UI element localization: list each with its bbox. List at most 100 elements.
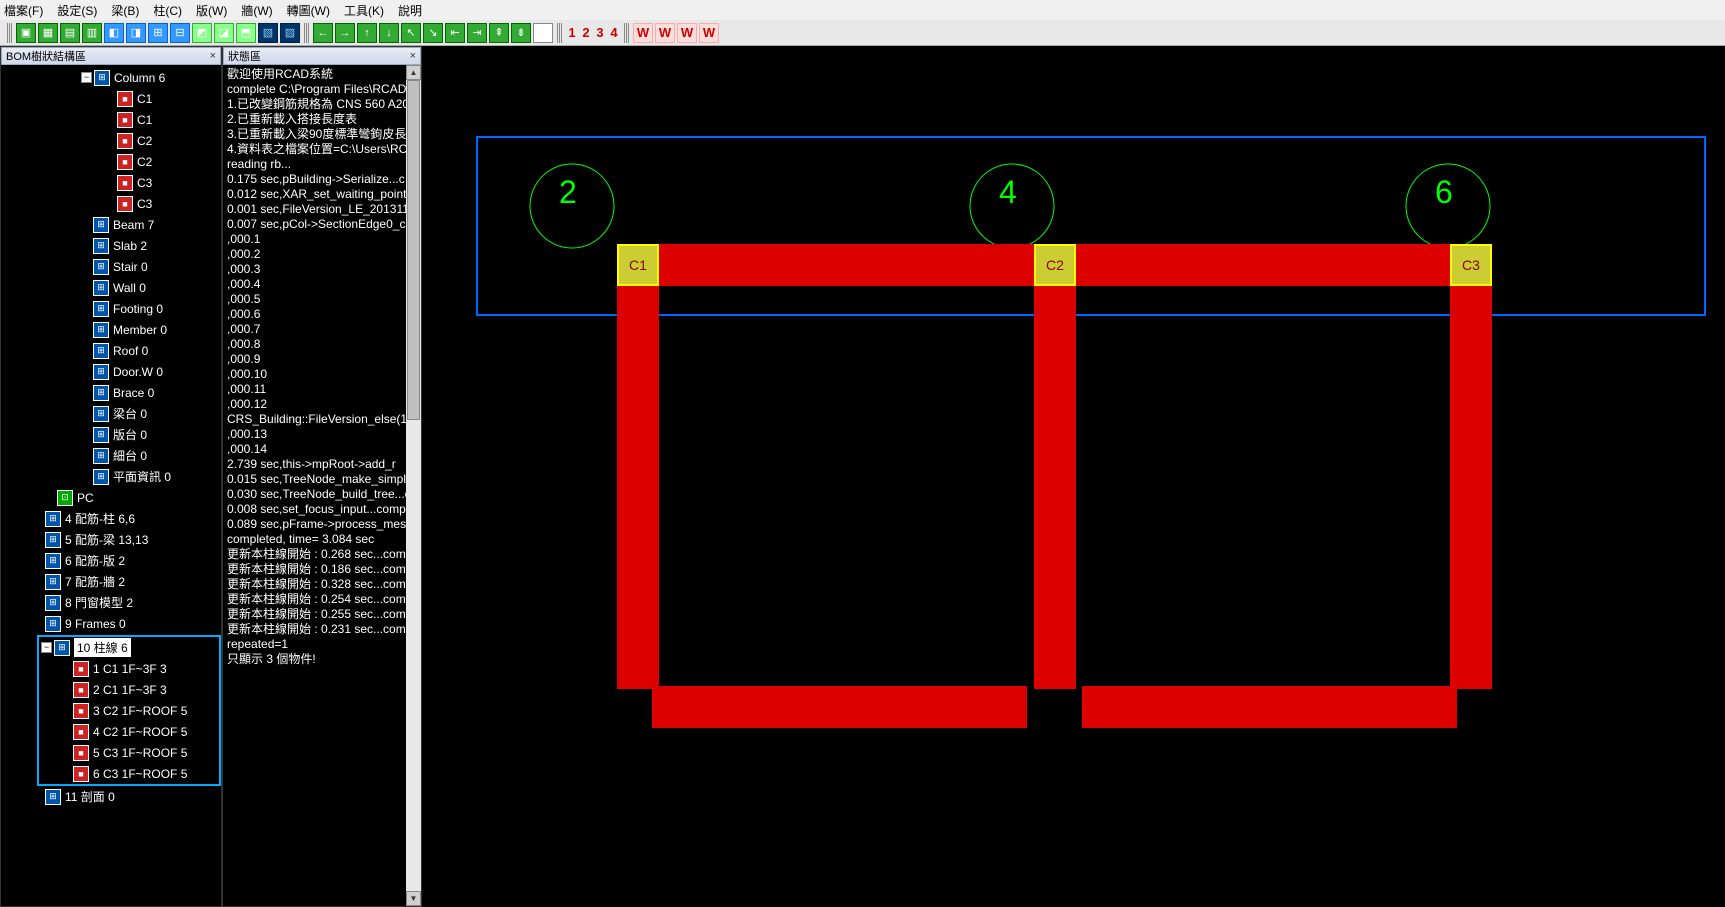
arrow-up[interactable]: ↑ [357, 23, 377, 43]
arrow-downdown[interactable]: ⇟ [511, 23, 531, 43]
tree-n8[interactable]: ⊞8 門窗模型 2 [1, 592, 221, 613]
tree-sub-6[interactable]: ■6 C3 1F~ROOF 5 [39, 763, 219, 784]
tool-btn-3[interactable]: ▤ [60, 23, 80, 43]
close-icon[interactable]: × [210, 50, 216, 62]
menu-tools[interactable]: 工具(K) [344, 2, 384, 19]
tree-beam7[interactable]: ⊞Beam 7 [1, 214, 221, 235]
tree-n6[interactable]: ⊞6 配筋-版 2 [1, 550, 221, 571]
tree-c3-b[interactable]: ■C3 [1, 193, 221, 214]
tree-n4[interactable]: ⊞4 配筋-柱 6,6 [1, 508, 221, 529]
column-icon: ■ [117, 91, 133, 107]
tree-n5[interactable]: ⊞5 配筋-梁 13,13 [1, 529, 221, 550]
tree-n10[interactable]: − ⊞ 10 柱線 6 [39, 637, 219, 658]
toolbar-grip-3[interactable] [557, 23, 562, 43]
tree-slab2[interactable]: ⊞Slab 2 [1, 235, 221, 256]
arrow-upup[interactable]: ⇞ [489, 23, 509, 43]
tree-c3-a[interactable]: ■C3 [1, 172, 221, 193]
tree-footing0[interactable]: ⊞Footing 0 [1, 298, 221, 319]
menu-convert[interactable]: 轉圖(W) [287, 2, 330, 19]
arrow-downright[interactable]: ↘ [423, 23, 443, 43]
tree-sub-5[interactable]: ■5 C3 1F~ROOF 5 [39, 742, 219, 763]
tool-btn-7[interactable]: ⊞ [148, 23, 168, 43]
status-panel-header[interactable]: 狀態區 × [223, 47, 421, 65]
tool-btn-4[interactable]: ▥ [82, 23, 102, 43]
tree-sub-4[interactable]: ■4 C2 1F~ROOF 5 [39, 721, 219, 742]
status-line: 0.015 sec,TreeNode_make_simpl [227, 472, 417, 487]
arrow-upleft[interactable]: ↖ [401, 23, 421, 43]
menu-help[interactable]: 說明 [398, 2, 422, 19]
tool-btn-8[interactable]: ⊟ [170, 23, 190, 43]
num-1[interactable]: 1 [565, 23, 579, 43]
bom-panel-header[interactable]: BOM樹狀結構區 × [1, 47, 221, 65]
tree-wall0[interactable]: ⊞Wall 0 [1, 277, 221, 298]
tool-btn-13[interactable]: ▨ [280, 23, 300, 43]
w-btn-1[interactable]: W [633, 23, 653, 43]
column-icon: ■ [73, 745, 89, 761]
toolbar-grip-4[interactable] [624, 23, 629, 43]
scroll-thumb[interactable] [407, 80, 420, 420]
expander-icon[interactable]: − [81, 72, 92, 83]
menu-wall[interactable]: 牆(W) [241, 2, 272, 19]
col-box-c2[interactable]: C2 [1034, 244, 1076, 286]
tree-n9[interactable]: ⊞9 Frames 0 [1, 613, 221, 634]
toolbar-grip[interactable] [7, 23, 12, 43]
close-icon[interactable]: × [410, 50, 416, 62]
arrow-left[interactable]: ← [313, 23, 333, 43]
tree-member0[interactable]: ⊞Member 0 [1, 319, 221, 340]
tool-btn-5[interactable]: ◧ [104, 23, 124, 43]
arrow-rightright[interactable]: ⇥ [467, 23, 487, 43]
expander-icon[interactable]: − [41, 642, 52, 653]
scrollbar-vertical[interactable]: ▲ ▼ [406, 65, 421, 906]
tree-c1-b[interactable]: ■C1 [1, 109, 221, 130]
w-btn-2[interactable]: W [655, 23, 675, 43]
tree-n11[interactable]: ⊞11 剖面 0 [1, 786, 221, 807]
tree-pm0[interactable]: ⊞平面資訊 0 [1, 466, 221, 487]
status-line: ,000.6 [227, 307, 417, 322]
tool-btn-2[interactable]: ▦ [38, 23, 58, 43]
arrow-leftleft[interactable]: ⇤ [445, 23, 465, 43]
arrow-right[interactable]: → [335, 23, 355, 43]
menu-settings[interactable]: 設定(S) [57, 2, 97, 19]
tree-c2-b[interactable]: ■C2 [1, 151, 221, 172]
tree-n7[interactable]: ⊞7 配筋-牆 2 [1, 571, 221, 592]
tool-calc[interactable]: ▦ [533, 23, 553, 43]
tree-c1-a[interactable]: ■C1 [1, 88, 221, 109]
col-box-c3[interactable]: C3 [1450, 244, 1492, 286]
tree-roof0[interactable]: ⊞Roof 0 [1, 340, 221, 361]
w-btn-4[interactable]: W [699, 23, 719, 43]
tree-doorw0[interactable]: ⊞Door.W 0 [1, 361, 221, 382]
bom-tree-body[interactable]: − ⊞ Column 6 ■C1 ■C1 ■C2 ■C2 ■C3 ■C3 ⊞Be… [1, 65, 221, 906]
status-body[interactable]: 歡迎使用RCAD系統complete C:\Program Files\RCAD… [223, 65, 421, 906]
menu-beam[interactable]: 梁(B) [111, 2, 139, 19]
num-2[interactable]: 2 [579, 23, 593, 43]
tool-btn-12[interactable]: ▧ [258, 23, 278, 43]
tree-sub-3[interactable]: ■3 C2 1F~ROOF 5 [39, 700, 219, 721]
tree-sub-2[interactable]: ■2 C1 1F~3F 3 [39, 679, 219, 700]
menu-file[interactable]: 檔案(F) [4, 2, 43, 19]
num-3[interactable]: 3 [593, 23, 607, 43]
scroll-down-button[interactable]: ▼ [406, 891, 421, 906]
tree-stair0[interactable]: ⊞Stair 0 [1, 256, 221, 277]
tree-pc[interactable]: ⊡PC [1, 487, 221, 508]
col-box-c1[interactable]: C1 [617, 244, 659, 286]
drawing-viewport[interactable]: 2 4 6 C1 C2 C3 FB1 (65 x 250)e +90 FB2 (… [422, 46, 1725, 907]
scroll-up-button[interactable]: ▲ [406, 65, 421, 80]
tool-btn-9[interactable]: ◩ [192, 23, 212, 43]
menu-column[interactable]: 柱(C) [153, 2, 182, 19]
tree-c2-a[interactable]: ■C2 [1, 130, 221, 151]
tree-lt0[interactable]: ⊞梁台 0 [1, 403, 221, 424]
tree-st0[interactable]: ⊞細台 0 [1, 445, 221, 466]
menu-slab[interactable]: 版(W) [196, 2, 227, 19]
num-4[interactable]: 4 [607, 23, 621, 43]
tree-bt0[interactable]: ⊞版台 0 [1, 424, 221, 445]
tool-btn-6[interactable]: ◨ [126, 23, 146, 43]
tool-btn-1[interactable]: ▣ [16, 23, 36, 43]
toolbar-grip-2[interactable] [304, 23, 309, 43]
arrow-down[interactable]: ↓ [379, 23, 399, 43]
tool-btn-10[interactable]: ◪ [214, 23, 234, 43]
tree-sub-1[interactable]: ■1 C1 1F~3F 3 [39, 658, 219, 679]
tool-btn-11[interactable]: ⬒ [236, 23, 256, 43]
tree-brace0[interactable]: ⊞Brace 0 [1, 382, 221, 403]
tree-column6[interactable]: − ⊞ Column 6 [1, 67, 221, 88]
w-btn-3[interactable]: W [677, 23, 697, 43]
